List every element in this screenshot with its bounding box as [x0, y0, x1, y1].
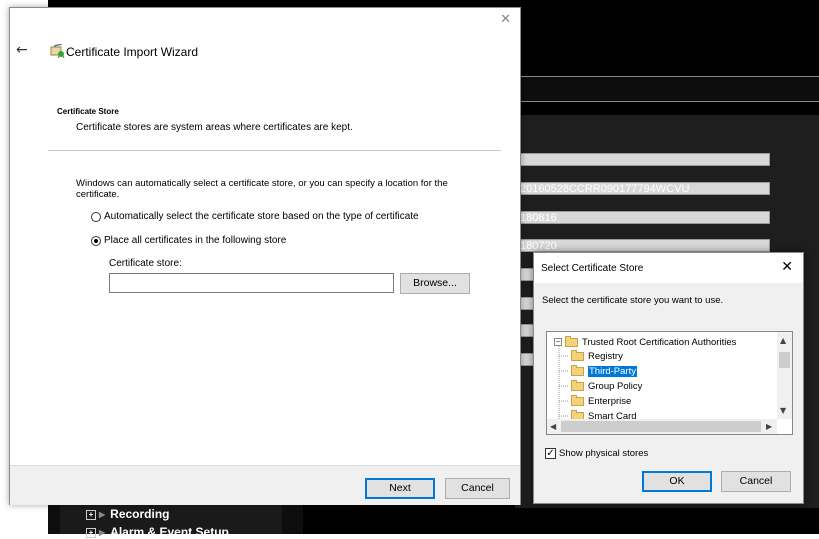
background-field[interactable]: 180720: [515, 239, 770, 252]
background-field[interactable]: 20160528CCRR090177794WCVU: [515, 182, 770, 195]
tree-node-enterprise[interactable]: Enterprise: [571, 394, 631, 408]
back-arrow-icon[interactable]: ←: [16, 42, 28, 58]
arrow-icon: ▶: [99, 528, 106, 538]
nav-item-label: Alarm & Event Setup: [110, 525, 229, 539]
vertical-scroll-thumb[interactable]: [779, 352, 790, 368]
radio-button[interactable]: [91, 211, 101, 222]
horizontal-scrollbar[interactable]: ◀ ▶: [547, 419, 777, 434]
radio-place-in-store[interactable]: Place all certificates in the following …: [91, 235, 286, 246]
cancel-button[interactable]: Cancel: [445, 478, 510, 499]
select-certificate-store-dialog: Select Certificate Store ✕ Select the ce…: [533, 252, 804, 504]
close-icon[interactable]: ✕: [500, 12, 511, 27]
nav-item-label: Recording: [110, 507, 170, 521]
dialog-titlebar: Select Certificate Store ✕: [534, 253, 803, 283]
horizontal-scroll-thumb[interactable]: [561, 421, 761, 432]
section-description: Certificate stores are system areas wher…: [76, 122, 353, 133]
vertical-scrollbar[interactable]: ▲ ▼: [777, 332, 792, 419]
background-toolbar: [515, 76, 819, 102]
background-field[interactable]: [515, 153, 770, 166]
dialog-title: Select Certificate Store: [541, 263, 644, 274]
divider: [48, 150, 501, 151]
certificate-store-label: Certificate store:: [109, 258, 182, 269]
radio-auto-select[interactable]: Automatically select the certificate sto…: [91, 211, 419, 222]
certificate-store-tree[interactable]: − Trusted Root Certification Authorities…: [546, 331, 793, 435]
certificate-import-wizard: ✕ ← Certificate Import Wizard Certificat…: [9, 7, 521, 505]
section-heading: Certificate Store: [57, 107, 119, 116]
certificate-icon: [50, 44, 65, 58]
dialog-instruction: Select the certificate store you want to…: [542, 295, 724, 306]
scroll-down-icon[interactable]: ▼: [780, 406, 786, 415]
tree-node-registry[interactable]: Registry: [571, 349, 623, 363]
tree-node-label: Registry: [588, 350, 623, 362]
tree-node-label: Enterprise: [588, 395, 632, 407]
tree-node-label-selected: Third-Party: [588, 365, 637, 377]
scroll-up-icon[interactable]: ▲: [780, 336, 786, 345]
next-button[interactable]: Next: [365, 478, 435, 499]
arrow-icon: ▶: [99, 510, 106, 520]
wizard-title: Certificate Import Wizard: [66, 45, 199, 59]
scroll-left-icon[interactable]: ◀: [550, 422, 556, 431]
scroll-right-icon[interactable]: ▶: [766, 422, 772, 431]
tree-node-third-party[interactable]: Third-Party: [571, 364, 637, 378]
radio-label: Place all certificates in the following …: [104, 235, 287, 246]
checkbox-checked-icon[interactable]: ✓: [545, 448, 556, 459]
wizard-footer: Next Cancel: [10, 465, 520, 505]
collapse-icon[interactable]: −: [554, 338, 562, 346]
certificate-store-input[interactable]: [109, 273, 394, 293]
background-field[interactable]: 180816: [515, 211, 770, 224]
nav-item-alarm-event-setup[interactable]: + ▶ Alarm & Event Setup: [86, 525, 229, 539]
folder-icon: [571, 364, 584, 376]
tree-node-label: Trusted Root Certification Authorities: [582, 336, 737, 348]
radio-button-checked[interactable]: [91, 235, 101, 246]
folder-icon: [571, 379, 584, 391]
nav-item-recording[interactable]: + ▶ Recording: [86, 507, 170, 521]
checkbox-label: Show physical stores: [559, 448, 649, 459]
close-icon[interactable]: ✕: [781, 259, 793, 275]
browse-button[interactable]: Browse...: [400, 273, 470, 294]
cancel-button[interactable]: Cancel: [721, 471, 791, 492]
ok-button[interactable]: OK: [642, 471, 712, 492]
expand-icon[interactable]: +: [86, 527, 96, 538]
expand-icon[interactable]: +: [86, 509, 96, 520]
folder-icon: [565, 335, 578, 347]
tree-node-label: Group Policy: [588, 380, 643, 392]
folder-icon: [571, 349, 584, 361]
instruction-text: Windows can automatically select a certi…: [76, 178, 448, 200]
show-physical-stores-checkbox[interactable]: ✓ Show physical stores: [545, 448, 648, 459]
radio-label: Automatically select the certificate sto…: [104, 211, 419, 222]
tree-node-trusted-root[interactable]: − Trusted Root Certification Authorities: [554, 335, 736, 349]
folder-icon: [571, 394, 584, 406]
tree-node-group-policy[interactable]: Group Policy: [571, 379, 642, 393]
